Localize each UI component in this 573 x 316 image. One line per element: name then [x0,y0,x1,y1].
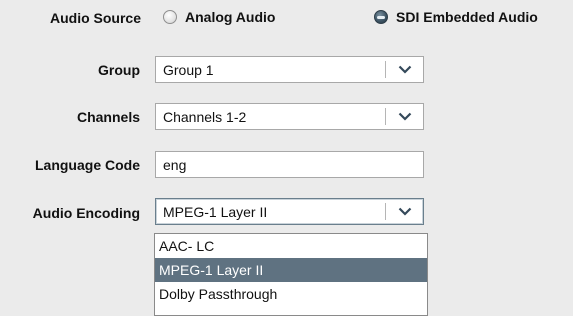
group-label: Group [98,62,140,78]
audio-source-label: Audio Source [50,10,142,26]
option-aac-lc[interactable]: AAC- LC [155,234,427,258]
group-select[interactable]: Group 1 [155,56,424,83]
channels-select-value: Channels 1-2 [163,109,247,125]
chevron-down-icon[interactable] [386,57,423,82]
group-select-value: Group 1 [163,62,214,78]
chevron-down-icon[interactable] [386,104,423,129]
chevron-down-icon[interactable] [386,199,423,224]
audio-encoding-label: Audio Encoding [32,205,140,221]
radio-selected-icon[interactable] [374,10,388,24]
audio-encoding-dropdown-list[interactable]: AAC- LC MPEG-1 Layer II Dolby Passthroug… [154,233,428,316]
radio-sdi-embedded-audio[interactable]: SDI Embedded Audio [374,9,538,25]
language-code-label: Language Code [34,157,140,173]
channels-select[interactable]: Channels 1-2 [155,103,424,130]
radio-analog-audio[interactable]: Analog Audio [163,9,275,25]
radio-sdi-embedded-audio-label: SDI Embedded Audio [396,9,538,25]
radio-unselected-icon[interactable] [163,10,177,24]
channels-label: Channels [76,109,140,125]
radio-analog-audio-label: Analog Audio [185,9,276,25]
audio-encoding-select[interactable]: MPEG-1 Layer II [155,198,424,225]
language-code-field[interactable]: eng [155,151,424,178]
option-mpeg1-layer-ii[interactable]: MPEG-1 Layer II [155,258,427,282]
option-dolby-passthrough[interactable]: Dolby Passthrough [155,282,427,306]
audio-encoding-select-value: MPEG-1 Layer II [163,204,268,220]
language-code-value: eng [163,157,187,173]
